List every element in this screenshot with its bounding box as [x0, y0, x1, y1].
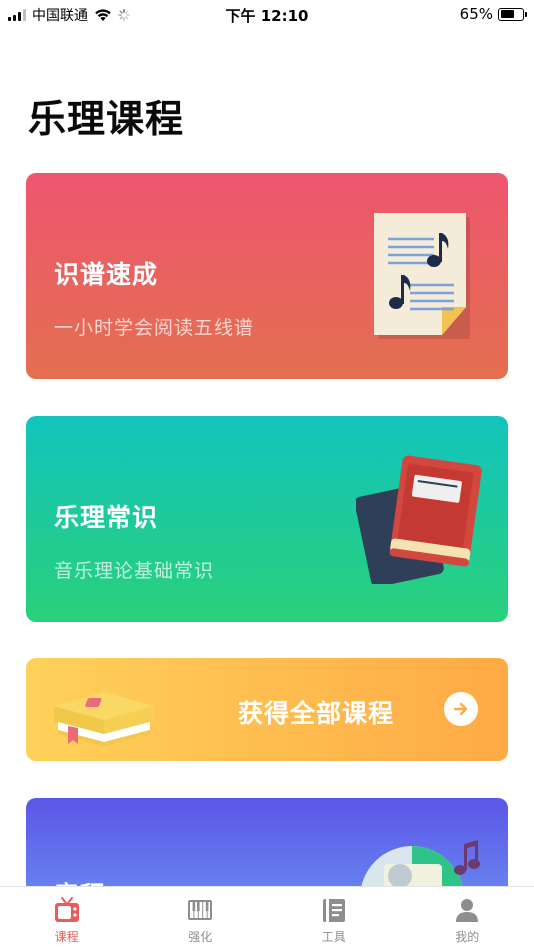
notebook-icon [322, 899, 345, 922]
course-card-music-theory[interactable]: 乐理常识 音乐理论基础常识 [26, 416, 508, 622]
tab-label: 工具 [321, 930, 346, 944]
tab-profile[interactable]: 我的 [401, 887, 534, 950]
status-bar: 中国联通 下午 12:10 65% [0, 0, 534, 28]
battery-percent: 65% [459, 5, 493, 23]
tv-icon [54, 897, 79, 922]
arrow-right-icon[interactable] [444, 692, 478, 726]
user-icon [456, 899, 479, 922]
battery-icon [498, 7, 527, 21]
tab-courses[interactable]: 课程 [0, 887, 134, 950]
course-card-title: 识谱速成 [54, 260, 159, 289]
piano-icon [188, 900, 213, 920]
tab-label: 课程 [54, 930, 79, 944]
book-icon [54, 692, 154, 746]
tab-label: 我的 [455, 930, 480, 944]
course-card-title: 乐理常识 [54, 503, 159, 532]
page-title: 乐理课程 [28, 97, 185, 141]
course-card-sight-reading[interactable]: 识谱速成 一小时学会阅读五线谱 [26, 173, 508, 379]
status-time: 下午 12:10 [225, 7, 309, 25]
sheet-music-icon [374, 213, 470, 339]
books-icon [356, 455, 482, 584]
bottom-tab-bar: 课程 强化 工具 我的 [0, 886, 534, 950]
tab-label: 强化 [188, 930, 213, 944]
course-card-subtitle: 音乐理论基础常识 [54, 560, 215, 582]
status-right: 65% [459, 5, 527, 23]
get-all-courses-banner[interactable]: 获得全部课程 [26, 658, 508, 761]
tab-practice[interactable]: 强化 [134, 887, 268, 950]
course-card-subtitle: 一小时学会阅读五线谱 [54, 317, 255, 339]
get-all-courses-label: 获得全部课程 [238, 699, 395, 728]
tab-tools[interactable]: 工具 [267, 887, 401, 950]
